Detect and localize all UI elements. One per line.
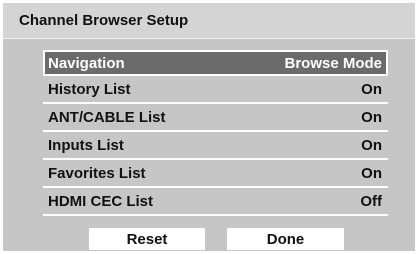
dialog-title: Channel Browser Setup xyxy=(19,12,189,29)
menu-item-hdmi-cec-list[interactable]: HDMI CEC List Off xyxy=(43,188,388,216)
menu-item-value: Off xyxy=(360,193,382,210)
reset-button[interactable]: Reset xyxy=(89,228,205,250)
menu-item-navigation[interactable]: Navigation Browse Mode xyxy=(43,50,388,76)
menu-item-favorites-list[interactable]: Favorites List On xyxy=(43,160,388,188)
menu-item-label: Favorites List xyxy=(48,165,146,182)
menu-item-label: Navigation xyxy=(48,55,125,72)
dialog-title-bar: Channel Browser Setup xyxy=(3,3,415,39)
menu-item-label: HDMI CEC List xyxy=(48,193,153,210)
menu-item-inputs-list[interactable]: Inputs List On xyxy=(43,132,388,160)
menu-item-label: History List xyxy=(48,81,131,98)
menu-item-value: On xyxy=(361,137,382,154)
done-button[interactable]: Done xyxy=(227,228,344,250)
menu-item-value: Browse Mode xyxy=(284,55,382,72)
menu-item-value: On xyxy=(361,165,382,182)
menu-item-label: ANT/CABLE List xyxy=(48,109,166,126)
setup-menu: Navigation Browse Mode History List On A… xyxy=(43,50,388,216)
menu-item-label: Inputs List xyxy=(48,137,124,154)
channel-browser-setup-dialog: Channel Browser Setup Navigation Browse … xyxy=(3,3,415,251)
menu-item-value: On xyxy=(361,81,382,98)
menu-item-value: On xyxy=(361,109,382,126)
menu-item-history-list[interactable]: History List On xyxy=(43,76,388,104)
menu-item-ant-cable-list[interactable]: ANT/CABLE List On xyxy=(43,104,388,132)
